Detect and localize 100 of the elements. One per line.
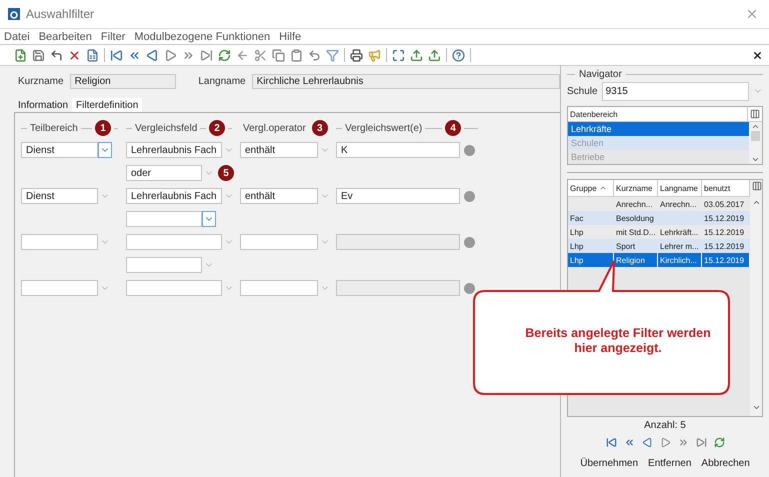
dropdown-field[interactable]: Lehrerlaubnis Fach bbox=[126, 188, 222, 204]
column-header[interactable]: Datenbereich bbox=[568, 107, 748, 121]
table-cell: mit Std.D... bbox=[614, 225, 658, 239]
dropdown-field[interactable]: Lehrerlaubnis Fach bbox=[126, 142, 222, 158]
dropdown-field[interactable] bbox=[240, 280, 318, 296]
megaphone-icon[interactable] bbox=[368, 48, 381, 62]
menu-item[interactable]: Datei bbox=[4, 30, 30, 42]
column-heading: Vergl.operator bbox=[243, 122, 306, 134]
paste-icon[interactable] bbox=[290, 48, 303, 62]
form-icon[interactable] bbox=[86, 48, 99, 62]
status-dot-icon bbox=[464, 190, 475, 202]
printer-icon[interactable] bbox=[350, 48, 363, 62]
value-field[interactable]: Ev bbox=[336, 188, 460, 204]
maximize-icon[interactable] bbox=[392, 48, 405, 62]
scrollbar-thumb[interactable] bbox=[751, 131, 760, 141]
table-cell: Religion bbox=[614, 253, 658, 267]
column-header[interactable]: Kurzname bbox=[614, 180, 658, 196]
scroll-down-icon[interactable] bbox=[751, 155, 760, 164]
table-cell: Lhp bbox=[568, 239, 614, 253]
status-dot-icon bbox=[464, 236, 475, 248]
action-button[interactable]: Übernehmen bbox=[576, 456, 642, 470]
delete-icon[interactable] bbox=[68, 48, 81, 62]
rewind-icon[interactable] bbox=[624, 436, 634, 448]
dropdown-field[interactable] bbox=[240, 234, 318, 250]
table-cell: Kirchlich... bbox=[658, 253, 702, 267]
action-button[interactable]: Abbrechen bbox=[697, 456, 754, 470]
refresh-icon[interactable] bbox=[714, 436, 724, 448]
arrow-left-icon[interactable] bbox=[236, 48, 249, 62]
dropdown-field[interactable]: Dienst bbox=[21, 142, 98, 158]
upload-icon[interactable] bbox=[428, 48, 441, 62]
menu-item[interactable]: Modulbezogene Funktionen bbox=[134, 30, 270, 42]
list-item[interactable]: Lehrkräfte bbox=[568, 122, 749, 136]
dropdown-button[interactable] bbox=[202, 211, 216, 227]
close-icon[interactable] bbox=[752, 50, 763, 60]
upload-icon[interactable] bbox=[410, 48, 423, 62]
previous-icon[interactable] bbox=[146, 48, 159, 62]
field-label: Langname bbox=[198, 76, 246, 86]
step-badge: 1 bbox=[95, 120, 111, 136]
scroll-up-icon[interactable] bbox=[752, 198, 760, 207]
table-cell: 15.12.2019 bbox=[702, 253, 750, 267]
value-field[interactable]: K bbox=[336, 142, 460, 158]
step-badge: 3 bbox=[312, 120, 328, 136]
field-label: Kurzname bbox=[18, 76, 64, 86]
first-icon[interactable] bbox=[606, 436, 616, 448]
undo-icon[interactable] bbox=[308, 48, 321, 62]
first-icon[interactable] bbox=[110, 48, 123, 62]
filter-icon[interactable] bbox=[326, 48, 339, 62]
column-heading: Vergleichsfeld bbox=[135, 122, 198, 134]
field-label: Schule bbox=[567, 86, 598, 96]
dropdown-field[interactable]: Dienst bbox=[21, 188, 98, 204]
menu-item[interactable]: Bearbeiten bbox=[38, 30, 92, 42]
last-icon[interactable] bbox=[696, 436, 706, 448]
dropdown-field[interactable]: oder bbox=[126, 165, 202, 181]
dropdown-field[interactable]: enthält bbox=[240, 142, 318, 158]
last-icon[interactable] bbox=[200, 48, 213, 62]
group-title: Navigator bbox=[579, 68, 622, 80]
table-cell: Anrechn... bbox=[658, 197, 702, 211]
dropdown-field[interactable] bbox=[21, 234, 98, 250]
tab[interactable]: Filterdefinition bbox=[72, 98, 142, 112]
table-cell: Sport bbox=[614, 239, 658, 253]
dropdown-field[interactable] bbox=[126, 234, 222, 250]
column-chooser-icon[interactable] bbox=[752, 181, 762, 191]
undo-icon[interactable] bbox=[50, 48, 63, 62]
previous-icon[interactable] bbox=[642, 436, 652, 448]
next-icon[interactable] bbox=[164, 48, 177, 62]
dropdown-field[interactable] bbox=[126, 280, 222, 296]
column-chooser-icon[interactable] bbox=[750, 109, 760, 119]
table-cell: Lhp bbox=[568, 253, 614, 267]
menu-item[interactable]: Filter bbox=[100, 30, 126, 42]
dropdown-field[interactable] bbox=[126, 257, 202, 273]
column-header[interactable]: Gruppe bbox=[568, 180, 614, 196]
table-cell: 15.12.2019 bbox=[702, 211, 750, 225]
table-cell: 15.12.2019 bbox=[702, 239, 750, 253]
next-icon[interactable] bbox=[660, 436, 670, 448]
column-heading: Teilbereich bbox=[30, 122, 78, 134]
dropdown-field[interactable] bbox=[21, 280, 98, 296]
new-document-icon[interactable] bbox=[14, 48, 27, 62]
scroll-up-icon[interactable] bbox=[751, 122, 760, 131]
menu-item[interactable]: Hilfe bbox=[279, 30, 302, 42]
dropdown-field[interactable]: enthält bbox=[240, 188, 318, 204]
school-field[interactable]: 9315 bbox=[602, 82, 749, 100]
fast-forward-icon[interactable] bbox=[678, 436, 688, 448]
dropdown-field[interactable] bbox=[126, 211, 202, 227]
save-icon[interactable] bbox=[32, 48, 45, 62]
window-title: Auswahlfilter bbox=[26, 7, 96, 21]
table-cell: 15.12.2019 bbox=[702, 225, 750, 239]
copy-icon[interactable] bbox=[272, 48, 285, 62]
step-badge: 5 bbox=[218, 165, 234, 181]
scissors-icon[interactable] bbox=[254, 48, 267, 62]
record-count: Anzahl: 5 bbox=[643, 420, 687, 433]
column-heading: Vergleichswert(e) bbox=[345, 122, 422, 134]
tab[interactable]: Information bbox=[14, 98, 72, 112]
dropdown-button[interactable] bbox=[98, 142, 112, 158]
help-icon[interactable] bbox=[452, 48, 465, 62]
refresh-icon[interactable] bbox=[218, 48, 231, 62]
column-header[interactable]: Langname bbox=[658, 180, 702, 196]
scroll-down-icon[interactable] bbox=[752, 403, 760, 412]
short-name-field[interactable]: Religion bbox=[70, 74, 176, 88]
action-button[interactable]: Entfernen bbox=[644, 456, 696, 470]
long-name-field[interactable]: Kirchliche Lehrerlaubnis bbox=[252, 74, 560, 88]
